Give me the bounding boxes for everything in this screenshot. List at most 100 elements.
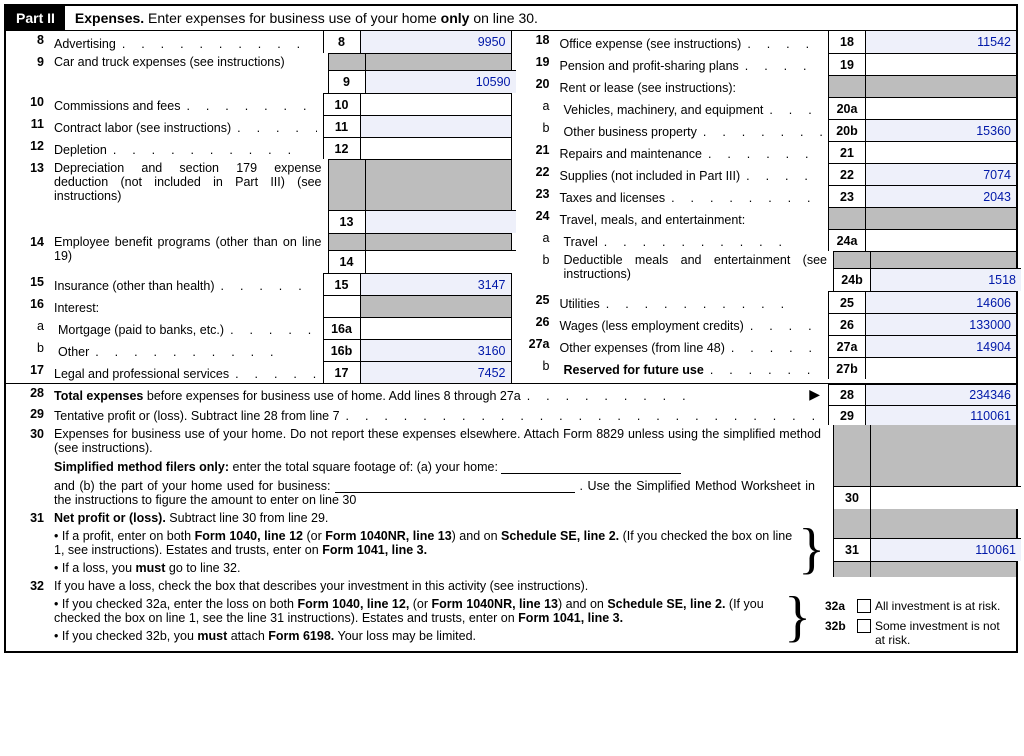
value-8[interactable]: 9950 xyxy=(360,31,511,53)
value-11[interactable] xyxy=(360,115,511,137)
line-27b: bReserved for future use. . . . . . . . … xyxy=(512,357,1017,379)
value-31[interactable]: 110061 xyxy=(871,538,1021,561)
box-24a: 24a xyxy=(828,229,865,251)
line-20a: aVehicles, machinery, and equipment. . .… xyxy=(512,97,1017,119)
expense-columns: 8Advertising. . . . . . . . . .899509Car… xyxy=(6,31,1016,384)
line-14: 14Employee benefit programs (other than … xyxy=(6,233,511,273)
box-16a: 16a xyxy=(323,317,360,339)
box-8: 8 xyxy=(323,31,360,53)
value-27b[interactable] xyxy=(865,357,1016,379)
box-21: 21 xyxy=(828,141,865,163)
line-18: 18Office expense (see instructions). . .… xyxy=(512,31,1017,53)
line-15: 15Insurance (other than health). . . . .… xyxy=(6,273,511,295)
line-26: 26Wages (less employment credits). . . .… xyxy=(512,313,1017,335)
box-20a: 20a xyxy=(828,97,865,119)
value-12[interactable] xyxy=(360,137,511,159)
line-13: 13Depreciation and section 179 expense d… xyxy=(6,159,511,233)
line-29: 29 Tentative profit or (loss). Subtract … xyxy=(6,405,1016,425)
brace-icon: } xyxy=(784,593,815,643)
part-title: Expenses. Enter expenses for business us… xyxy=(65,10,538,26)
value-29[interactable]: 110061 xyxy=(865,405,1016,425)
line-9: 9Car and truck expenses (see instruction… xyxy=(6,53,511,93)
value-22[interactable]: 7074 xyxy=(865,163,1016,185)
value-27a[interactable]: 14904 xyxy=(865,335,1016,357)
box-17: 17 xyxy=(323,361,360,383)
checkbox-32a[interactable] xyxy=(857,599,871,613)
line-10: 10Commissions and fees. . . . . . . . . … xyxy=(6,93,511,115)
arrow-icon: ▶ xyxy=(805,386,824,403)
value-20a[interactable] xyxy=(865,97,1016,119)
line-20: 20Rent or lease (see instructions): xyxy=(512,75,1017,97)
value-14[interactable] xyxy=(366,250,516,273)
value-10[interactable] xyxy=(360,93,511,115)
value-28[interactable]: 234346 xyxy=(865,384,1016,405)
value-16a[interactable] xyxy=(360,317,511,339)
right-column: 18Office expense (see instructions). . .… xyxy=(512,31,1017,383)
value-16b[interactable]: 3160 xyxy=(360,339,511,361)
box-19: 19 xyxy=(828,53,865,75)
line-24: 24Travel, meals, and entertainment: xyxy=(512,207,1017,229)
value-15[interactable]: 3147 xyxy=(360,273,511,295)
value-17[interactable]: 7452 xyxy=(360,361,511,383)
box-20b: 20b xyxy=(828,119,865,141)
box-28: 28 xyxy=(828,384,865,405)
line-21: 21Repairs and maintenance. . . . . . . .… xyxy=(512,141,1017,163)
box-20 xyxy=(828,75,865,97)
checkbox-32b[interactable] xyxy=(857,619,871,633)
box-22: 22 xyxy=(828,163,865,185)
value-30[interactable] xyxy=(871,486,1021,509)
value-18[interactable]: 11542 xyxy=(865,31,1016,53)
value-20b[interactable]: 15360 xyxy=(865,119,1016,141)
value-24 xyxy=(865,207,1016,229)
part-header: Part II Expenses. Enter expenses for bus… xyxy=(6,6,1016,31)
box-30: 30 xyxy=(834,486,870,509)
box-11: 11 xyxy=(323,115,360,137)
line-8: 8Advertising. . . . . . . . . .89950 xyxy=(6,31,511,53)
bottom-section: 28 Total expenses before expenses for bu… xyxy=(6,384,1016,651)
line-11: 11Contract labor (see instructions). . .… xyxy=(6,115,511,137)
value-21[interactable] xyxy=(865,141,1016,163)
box-16b: 16b xyxy=(323,339,360,361)
left-column: 8Advertising. . . . . . . . . .899509Car… xyxy=(6,31,512,383)
box-12: 12 xyxy=(323,137,360,159)
value-16 xyxy=(360,295,511,317)
value-13[interactable] xyxy=(366,210,516,233)
line-31: 31 Net profit or (loss). Subtract line 3… xyxy=(6,509,1016,577)
box-18: 18 xyxy=(828,31,865,53)
value-23[interactable]: 2043 xyxy=(865,185,1016,207)
box-15: 15 xyxy=(323,273,360,295)
value-24a[interactable] xyxy=(865,229,1016,251)
line-16a: aMortgage (paid to banks, etc.). . . . .… xyxy=(6,317,511,339)
line-24b: bDeductible meals and entertainment (see… xyxy=(512,251,1017,291)
value-9[interactable]: 10590 xyxy=(366,70,516,93)
line-24a: aTravel. . . . . . . . . .24a xyxy=(512,229,1017,251)
value-26[interactable]: 133000 xyxy=(865,313,1016,335)
line-28: 28 Total expenses before expenses for bu… xyxy=(6,384,1016,405)
part-badge: Part II xyxy=(6,6,65,30)
line-22: 22Supplies (not included in Part III). .… xyxy=(512,163,1017,185)
brace-icon: } xyxy=(798,525,829,575)
line-32: 32 If you have a loss, check the box tha… xyxy=(6,577,1016,651)
line-19: 19Pension and profit-sharing plans. . . … xyxy=(512,53,1017,75)
line-27a: 27aOther expenses (from line 48). . . . … xyxy=(512,335,1017,357)
box-29: 29 xyxy=(828,405,865,425)
box-27b: 27b xyxy=(828,357,865,379)
box-14: 14 xyxy=(329,250,365,273)
home-sqft-input[interactable] xyxy=(501,459,681,474)
box-26: 26 xyxy=(828,313,865,335)
box-23: 23 xyxy=(828,185,865,207)
line-12: 12Depletion. . . . . . . . . .12 xyxy=(6,137,511,159)
box-13: 13 xyxy=(329,210,365,233)
line-23: 23Taxes and licenses. . . . . . . . . .2… xyxy=(512,185,1017,207)
value-24b[interactable]: 1518 xyxy=(871,268,1021,291)
business-sqft-input[interactable] xyxy=(335,478,575,493)
box-9: 9 xyxy=(329,70,365,93)
value-25[interactable]: 14606 xyxy=(865,291,1016,313)
value-19[interactable] xyxy=(865,53,1016,75)
box-31: 31 xyxy=(834,538,870,561)
box-24 xyxy=(828,207,865,229)
line-30: 30 Expenses for business use of your hom… xyxy=(6,425,1016,509)
line-20b: bOther business property. . . . . . . . … xyxy=(512,119,1017,141)
box-10: 10 xyxy=(323,93,360,115)
box-16 xyxy=(323,295,360,317)
